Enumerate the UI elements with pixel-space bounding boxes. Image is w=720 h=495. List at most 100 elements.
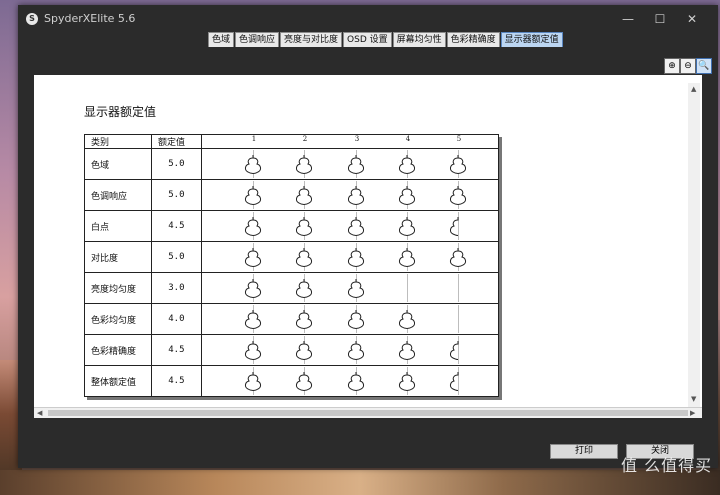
scale-grid-line <box>457 305 459 333</box>
rating-mark-icon <box>397 247 417 269</box>
rating-icons-cell <box>200 334 500 366</box>
title-bar[interactable]: S SpyderXElite 5.6 — ☐ ✕ <box>18 5 718 33</box>
rating-mark-icon <box>397 371 417 393</box>
rating-mark-icon <box>448 216 468 238</box>
category-cell: 对比度 <box>84 241 152 273</box>
scale-tick: 4 <box>405 135 411 143</box>
scale-grid-line <box>406 274 408 302</box>
scroll-right-icon[interactable]: ▶ <box>690 409 695 417</box>
report-title: 显示器额定值 <box>84 105 157 119</box>
report-page: 显示器额定值 类别 额定值 1 2 3 4 5 色域 5.0 色调响应 5.0 白点 4.… <box>34 75 702 407</box>
rating-mark-icon <box>294 154 314 176</box>
rating-mark-icon <box>243 309 263 331</box>
close-window-icon[interactable]: ✕ <box>684 11 700 27</box>
zoom-in-icon[interactable]: ⊕ <box>664 58 680 74</box>
rating-mark-icon <box>346 216 366 238</box>
toolbar: ⊕ ⊖ 🔍 <box>34 48 712 75</box>
app-logo-icon: S <box>26 13 38 25</box>
rating-mark-icon <box>397 154 417 176</box>
rating-mark-icon <box>294 309 314 331</box>
rating-mark-icon <box>448 371 468 393</box>
table-row: 色域 5.0 <box>84 148 500 180</box>
category-cell: 整体额定值 <box>84 365 152 397</box>
rating-mark-icon <box>448 185 468 207</box>
rating-mark-icon <box>294 278 314 300</box>
rating-mark-icon <box>294 371 314 393</box>
horizontal-scroll-thumb[interactable] <box>48 410 688 416</box>
vertical-scrollbar[interactable]: ▲ ▼ <box>688 83 700 407</box>
table-row: 整体额定值 4.5 <box>84 365 500 397</box>
scale-tick: 3 <box>354 135 360 143</box>
rating-icons-cell <box>200 241 500 273</box>
desktop-background-bottom <box>0 470 720 495</box>
scale-tick: 2 <box>302 135 308 143</box>
rating-mark-icon <box>243 340 263 362</box>
scale-header: 1 2 3 4 5 <box>200 134 500 149</box>
rating-mark-icon <box>294 247 314 269</box>
category-cell: 色彩精确度 <box>84 334 152 366</box>
rating-mark-icon <box>346 154 366 176</box>
rating-icons-cell <box>200 303 500 335</box>
app-window: S SpyderXElite 5.6 — ☐ ✕ 色域 色调响应 亮度与对比度 … <box>18 5 718 468</box>
rating-mark-icon <box>243 278 263 300</box>
header-rating: 额定值 <box>151 134 202 149</box>
rating-mark-icon <box>346 247 366 269</box>
rating-mark-icon <box>243 371 263 393</box>
rating-value-cell: 3.0 <box>151 272 202 304</box>
tab-display-rating[interactable]: 显示器额定值 <box>500 32 563 47</box>
rating-value-cell: 4.0 <box>151 303 202 335</box>
tab-brightness-contrast[interactable]: 亮度与对比度 <box>280 32 343 47</box>
minimize-icon[interactable]: — <box>620 11 636 27</box>
report-tabs: 色域 色调响应 亮度与对比度 OSD 设置 屏幕均匀性 色彩精确度 显示器额定值 <box>208 32 564 47</box>
rating-mark-icon <box>294 340 314 362</box>
rating-icons-cell <box>200 148 500 180</box>
rating-mark-icon <box>243 185 263 207</box>
table-row: 白点 4.5 <box>84 210 500 242</box>
rating-mark-icon <box>346 309 366 331</box>
rating-table: 类别 额定值 1 2 3 4 5 色域 5.0 色调响应 5.0 白点 4.5 对比度 5.… <box>84 134 500 397</box>
rating-icons-cell <box>200 179 500 211</box>
maximize-icon[interactable]: ☐ <box>652 11 668 27</box>
rating-mark-icon <box>294 185 314 207</box>
rating-mark-icon <box>346 185 366 207</box>
tab-screen-uniformity[interactable]: 屏幕均匀性 <box>392 32 446 47</box>
horizontal-scrollbar[interactable]: ◀ ▶ <box>34 407 702 418</box>
scroll-left-icon[interactable]: ◀ <box>37 409 42 417</box>
zoom-out-icon[interactable]: ⊖ <box>680 58 696 74</box>
tab-color-accuracy[interactable]: 色彩精确度 <box>446 32 500 47</box>
tab-gamut[interactable]: 色域 <box>208 32 235 47</box>
rating-mark-icon <box>243 247 263 269</box>
scale-tick: 1 <box>251 135 257 143</box>
table-row: 亮度均匀度 3.0 <box>84 272 500 304</box>
rating-mark-icon <box>346 371 366 393</box>
rating-mark-icon <box>397 340 417 362</box>
table-row: 色彩均匀度 4.0 <box>84 303 500 335</box>
category-cell: 亮度均匀度 <box>84 272 152 304</box>
rating-mark-icon <box>397 309 417 331</box>
scroll-up-icon[interactable]: ▲ <box>691 85 696 93</box>
print-button[interactable]: 打印 <box>550 444 618 459</box>
category-cell: 色域 <box>84 148 152 180</box>
rating-icons-cell <box>200 365 500 397</box>
rating-mark-icon <box>448 340 468 362</box>
table-row: 色彩精确度 4.5 <box>84 334 500 366</box>
rating-value-cell: 5.0 <box>151 148 202 180</box>
rating-mark-icon <box>397 185 417 207</box>
rating-value-cell: 5.0 <box>151 179 202 211</box>
scale-tick: 5 <box>456 135 462 143</box>
rating-mark-icon <box>346 278 366 300</box>
table-row: 对比度 5.0 <box>84 241 500 273</box>
rating-value-cell: 4.5 <box>151 210 202 242</box>
rating-icons-cell <box>200 210 500 242</box>
category-cell: 色彩均匀度 <box>84 303 152 335</box>
rating-mark-icon <box>243 154 263 176</box>
tab-osd-settings[interactable]: OSD 设置 <box>343 32 392 47</box>
watermark-text: 值 么值得买 <box>621 456 713 475</box>
scroll-down-icon[interactable]: ▼ <box>691 395 696 403</box>
rating-value-cell: 4.5 <box>151 334 202 366</box>
zoom-fit-icon[interactable]: 🔍 <box>696 58 712 74</box>
rating-mark-icon <box>346 340 366 362</box>
tab-tone-response[interactable]: 色调响应 <box>235 32 280 47</box>
rating-mark-icon <box>397 216 417 238</box>
rating-mark-icon <box>294 216 314 238</box>
